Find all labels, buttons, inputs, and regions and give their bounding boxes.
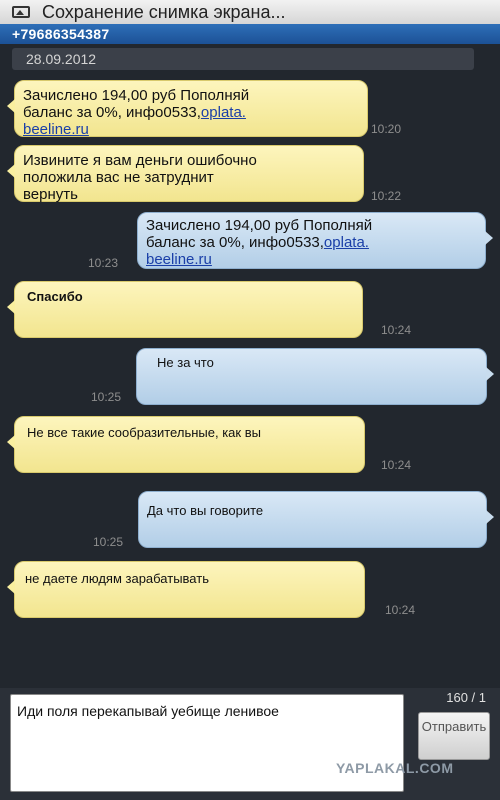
- contact-header[interactable]: +79686354387: [0, 24, 500, 44]
- message-time: 10:22: [371, 189, 402, 203]
- message-bubble-outgoing[interactable]: Да что вы говорите 10:25: [93, 491, 494, 549]
- thread-date: 28.09.2012: [26, 51, 97, 67]
- message-line: Зачислено 194,00 руб Пополняй: [146, 217, 373, 234]
- message-line-text: баланс за 0%, инфо0533,: [23, 104, 201, 121]
- message-time: 10:24: [381, 323, 412, 337]
- message-line: beeline.ru: [23, 121, 249, 138]
- message-link[interactable]: oplata.: [324, 234, 369, 251]
- message-time: 10:25: [93, 535, 124, 549]
- message-input[interactable]: Иди поля перекапывай уебище ленивое: [10, 694, 404, 792]
- message-bubble-incoming[interactable]: Не все такие сообразительные, как вы 10:…: [7, 416, 411, 473]
- message-line: положила вас не затруднит: [23, 169, 214, 186]
- message-text: Извините я вам деньги ошибочно положила …: [23, 152, 257, 203]
- message-time: 10:23: [88, 256, 119, 270]
- message-text: Зачислено 194,00 руб Пополняй баланс за …: [23, 87, 249, 138]
- message-bubble-outgoing[interactable]: Не за что 10:25: [91, 348, 494, 405]
- message-line: баланс за 0%, инфо0533,oplata.: [23, 104, 249, 121]
- message-text: Зачислено 194,00 руб Пополняй баланс за …: [146, 217, 372, 268]
- message-link[interactable]: beeline.ru: [23, 121, 89, 138]
- watermark: YAPLAKAL.COM: [336, 760, 454, 776]
- message-text: Да что вы говорите: [147, 503, 264, 518]
- message-line-text: баланс за 0%, инфо0533,: [146, 234, 324, 251]
- message-time: 10:20: [371, 122, 402, 136]
- message-bubble-incoming[interactable]: Спасибо 10:24: [7, 281, 411, 338]
- message-line: баланс за 0%, инфо0533,oplata.: [146, 234, 372, 251]
- message-line: beeline.ru: [146, 251, 372, 268]
- message-line: Извините я вам деньги ошибочно: [23, 152, 257, 169]
- message-bubble-outgoing[interactable]: Зачислено 194,00 руб Пополняй баланс за …: [88, 212, 493, 270]
- date-separator: 28.09.2012: [12, 48, 474, 70]
- message-text: Не все такие сообразительные, как вы: [27, 425, 261, 440]
- message-link[interactable]: beeline.ru: [146, 251, 212, 268]
- image-icon: [12, 6, 30, 18]
- send-button[interactable]: Отправить: [418, 712, 490, 760]
- status-bar: Сохранение снимка экрана...: [0, 0, 500, 25]
- message-link[interactable]: oplata.: [201, 104, 246, 121]
- message-time: 10:25: [91, 390, 122, 404]
- message-line: Зачислено 194,00 руб Пополняй: [23, 87, 250, 104]
- message-time: 10:24: [381, 458, 412, 472]
- contact-phone: +79686354387: [12, 26, 110, 42]
- message-text: Спасибо: [27, 289, 83, 304]
- message-bubble-incoming[interactable]: Зачислено 194,00 руб Пополняй баланс за …: [7, 80, 401, 138]
- message-bubble-incoming[interactable]: Извините я вам деньги ошибочно положила …: [7, 145, 401, 203]
- message-time: 10:24: [385, 603, 416, 617]
- message-bubble-incoming[interactable]: не даете людям зарабатывать 10:24: [7, 561, 415, 618]
- message-text: не даете людям зарабатывать: [25, 571, 209, 586]
- character-counter: 160 / 1: [446, 690, 486, 705]
- message-text: Не за что: [157, 355, 214, 370]
- message-line: вернуть: [23, 186, 78, 203]
- status-title: Сохранение снимка экрана...: [42, 1, 286, 22]
